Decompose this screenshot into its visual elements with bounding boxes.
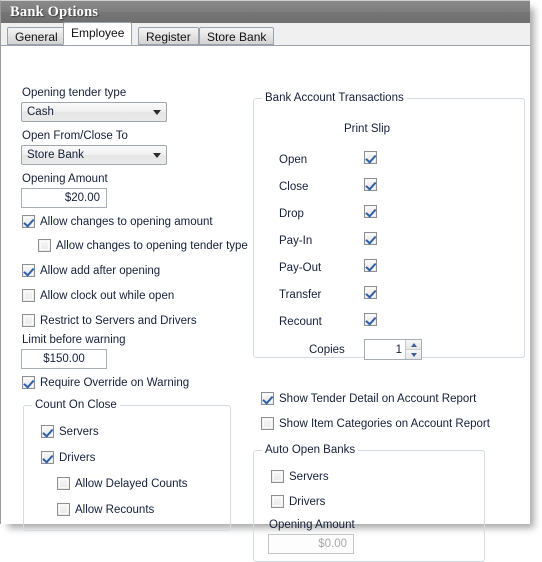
checkbox-print-slip-recount[interactable]	[364, 313, 382, 326]
checkbox-box	[271, 495, 284, 508]
checkbox-label: Allow changes to opening tender type	[56, 239, 248, 252]
chevron-down-icon	[148, 109, 166, 115]
limit-before-warning-input[interactable]: $150.00	[21, 349, 107, 369]
checkbox-print-slip-pay-out[interactable]	[364, 259, 382, 272]
checkbox-label: Allow clock out while open	[40, 289, 175, 302]
checkbox-show-tender-detail[interactable]: Show Tender Detail on Account Report	[261, 392, 476, 405]
chevron-down-icon	[148, 152, 166, 158]
spinner-buttons	[405, 340, 421, 359]
checkbox-box	[57, 477, 70, 490]
checkbox-label: Allow Delayed Counts	[75, 477, 188, 490]
tab-register[interactable]: Register	[138, 27, 199, 45]
row-label-transfer: Transfer	[279, 289, 322, 301]
checkbox-box	[22, 376, 35, 389]
checkbox-label: Allow changes to opening amount	[40, 215, 213, 228]
tab-employee[interactable]: Employee	[63, 22, 133, 45]
checkbox-box	[364, 151, 377, 164]
auto-open-banks-group: Auto Open Banks Servers Drivers Opening …	[253, 444, 485, 562]
checkbox-label: Require Override on Warning	[40, 376, 190, 389]
limit-before-warning-label: Limit before warning	[22, 334, 126, 346]
row-label-pay-out: Pay-Out	[279, 262, 322, 274]
copies-spinner[interactable]: 1	[364, 339, 422, 360]
checkbox-print-slip-close[interactable]	[364, 178, 382, 191]
bank-options-window: Bank Options General Employee Register S…	[0, 0, 530, 562]
checkbox-label: Allow add after opening	[40, 264, 161, 277]
copies-value: 1	[395, 343, 402, 356]
checkbox-count-on-close-servers[interactable]: Servers	[41, 425, 99, 438]
auto-open-opening-amount-input[interactable]: $0.00	[268, 534, 354, 554]
spinner-down-icon[interactable]	[406, 349, 421, 359]
checkbox-box	[22, 215, 35, 228]
checkbox-box	[22, 264, 35, 277]
copies-label: Copies	[309, 344, 345, 356]
checkbox-box	[38, 239, 51, 252]
opening-tender-type-combo[interactable]: Cash	[21, 102, 167, 122]
opening-amount-label: Opening Amount	[22, 173, 108, 185]
checkbox-label: Servers	[289, 470, 329, 483]
checkbox-label: Show Item Categories on Account Report	[279, 417, 490, 430]
checkbox-box	[261, 417, 274, 430]
open-from-close-to-value: Store Bank	[27, 149, 84, 161]
row-label-pay-in: Pay-In	[279, 235, 313, 247]
checkbox-print-slip-open[interactable]	[364, 151, 382, 164]
open-from-close-to-combo[interactable]: Store Bank	[21, 145, 167, 165]
checkbox-label: Servers	[59, 425, 99, 438]
checkbox-label: Drivers	[289, 495, 326, 508]
row-label-close: Close	[279, 181, 309, 193]
checkbox-allow-delayed-counts[interactable]: Allow Delayed Counts	[57, 477, 188, 490]
checkbox-box	[41, 425, 54, 438]
open-from-close-to-label: Open From/Close To	[22, 130, 128, 142]
checkbox-auto-open-drivers[interactable]: Drivers	[271, 495, 325, 508]
checkbox-print-slip-drop[interactable]	[364, 205, 382, 218]
tab-general[interactable]: General	[7, 27, 66, 45]
checkbox-allow-changes-opening-tender-type[interactable]: Allow changes to opening tender type	[38, 239, 248, 252]
checkbox-box	[22, 289, 35, 302]
checkbox-box	[261, 392, 274, 405]
checkbox-box	[57, 503, 70, 516]
bank-account-transactions-group: Bank Account Transactions Print Slip Ope…	[253, 92, 525, 360]
tab-bar: General Employee Register Store Bank	[1, 22, 530, 46]
checkbox-allow-add-after-opening[interactable]: Allow add after opening	[22, 264, 160, 277]
row-label-recount: Recount	[279, 316, 322, 328]
checkbox-allow-clock-out-while-open[interactable]: Allow clock out while open	[22, 289, 174, 302]
checkbox-box	[364, 313, 377, 326]
checkbox-print-slip-pay-in[interactable]	[364, 232, 382, 245]
opening-tender-type-value: Cash	[27, 106, 54, 118]
tab-store-bank[interactable]: Store Bank	[199, 27, 275, 45]
opening-amount-input[interactable]: $20.00	[21, 188, 107, 208]
checkbox-box	[22, 314, 35, 327]
row-label-open: Open	[279, 154, 308, 166]
spinner-up-icon[interactable]	[406, 340, 421, 349]
checkbox-require-override-on-warning[interactable]: Require Override on Warning	[22, 376, 189, 389]
checkbox-allow-recounts[interactable]: Allow Recounts	[57, 503, 154, 516]
checkbox-box	[41, 451, 54, 464]
checkbox-box	[364, 178, 377, 191]
checkbox-auto-open-servers[interactable]: Servers	[271, 470, 329, 483]
count-on-close-group: Count On Close Servers Drivers Allow Del…	[23, 399, 231, 531]
opening-tender-type-label: Opening tender type	[22, 87, 127, 99]
checkbox-box	[271, 470, 284, 483]
checkbox-box	[364, 259, 377, 272]
window-title: Bank Options	[10, 3, 99, 20]
checkbox-allow-changes-opening-amount[interactable]: Allow changes to opening amount	[22, 215, 213, 228]
row-label-drop: Drop	[279, 208, 304, 220]
checkbox-label: Restrict to Servers and Drivers	[40, 314, 197, 327]
checkbox-count-on-close-drivers[interactable]: Drivers	[41, 451, 95, 464]
count-on-close-title: Count On Close	[32, 399, 120, 411]
bank-account-transactions-title: Bank Account Transactions	[262, 92, 407, 104]
checkbox-label: Show Tender Detail on Account Report	[279, 392, 477, 405]
checkbox-box	[364, 205, 377, 218]
auto-open-banks-title: Auto Open Banks	[262, 444, 359, 456]
window-titlebar: Bank Options	[1, 1, 530, 23]
checkbox-show-item-categories[interactable]: Show Item Categories on Account Report	[261, 417, 490, 430]
tab-panel-employee: Opening tender type Cash Open From/Close…	[1, 46, 530, 562]
auto-open-opening-amount-label: Opening Amount	[269, 519, 355, 531]
checkbox-label: Drivers	[59, 451, 96, 464]
checkbox-print-slip-transfer[interactable]	[364, 286, 382, 299]
print-slip-column-header: Print Slip	[344, 123, 391, 135]
checkbox-box	[364, 286, 377, 299]
checkbox-restrict-to-servers-and-drivers[interactable]: Restrict to Servers and Drivers	[22, 314, 197, 327]
checkbox-label: Allow Recounts	[75, 503, 155, 516]
checkbox-box	[364, 232, 377, 245]
